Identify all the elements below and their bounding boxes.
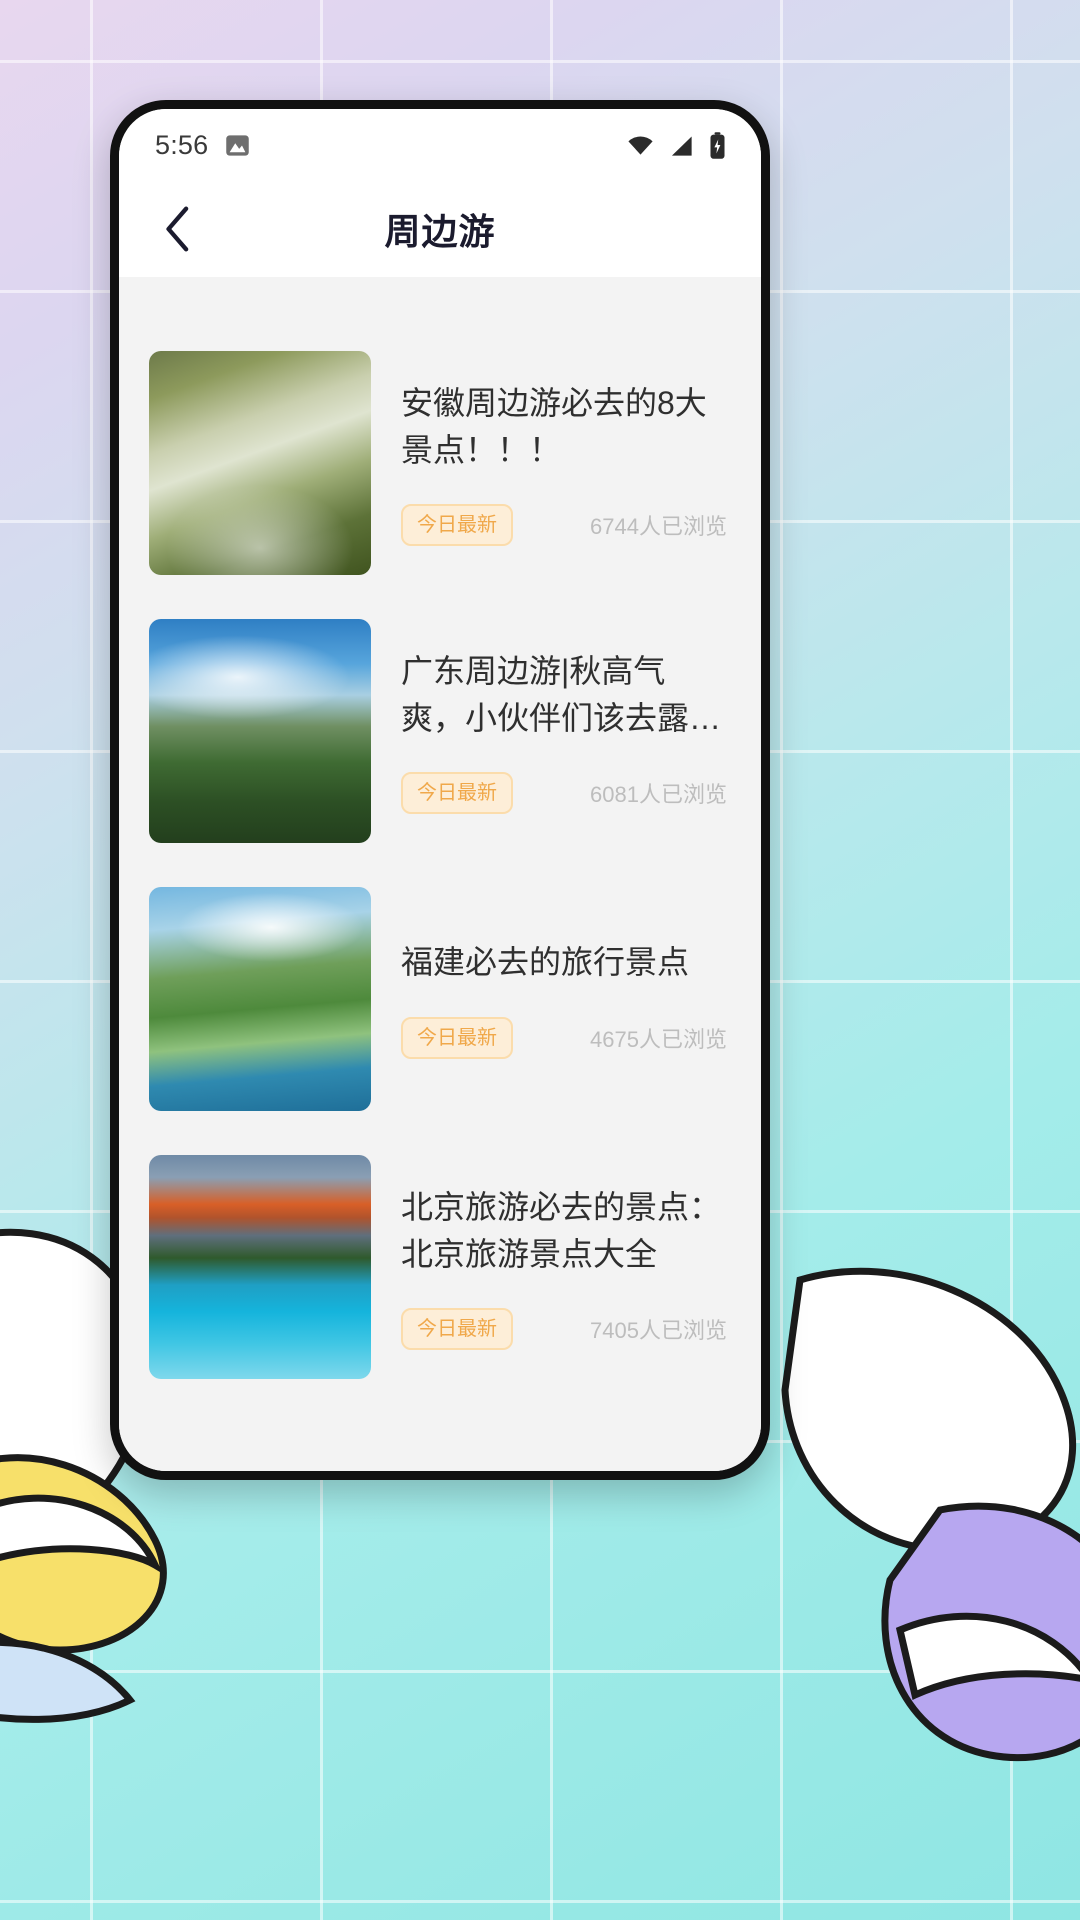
view-count: 4675人已浏览 bbox=[590, 1026, 727, 1052]
article-meta: 今日最新 4675人已浏览 bbox=[401, 1016, 727, 1059]
article-title: 福建必去的旅行景点 bbox=[401, 944, 690, 981]
article-meta: 今日最新 7405人已浏览 bbox=[401, 1308, 727, 1351]
article-meta: 今日最新 6081人已浏览 bbox=[401, 772, 727, 815]
article-list: 安徽周边游必去的8大景点！！！ 今日最新 6744人已浏览 广东周边游|秋高气爽… bbox=[119, 311, 761, 1379]
grid-line-horizontal bbox=[0, 1900, 1080, 1903]
article-thumbnail bbox=[149, 619, 371, 843]
wifi-icon bbox=[628, 136, 653, 155]
list-item[interactable]: 安徽周边游必去的8大景点！！！ 今日最新 6744人已浏览 bbox=[149, 351, 731, 575]
view-count: 6081人已浏览 bbox=[590, 782, 727, 808]
view-count: 6744人已浏览 bbox=[590, 514, 727, 540]
article-meta: 今日最新 6744人已浏览 bbox=[401, 504, 727, 547]
status-badge: 今日最新 bbox=[401, 1016, 513, 1059]
article-title: 广东周边游|秋高气爽，小伙伴们该去露… bbox=[401, 652, 722, 736]
article-title: 安徽周边游必去的8大景点！！！ bbox=[401, 384, 707, 468]
article-thumbnail bbox=[149, 351, 371, 575]
decorative-blob-right bbox=[781, 1267, 1080, 1762]
back-chevron-icon bbox=[166, 206, 189, 252]
article-title: 北京旅游必去的景点：北京旅游景点大全 bbox=[401, 1188, 722, 1272]
battery-icon bbox=[710, 131, 725, 159]
back-button[interactable] bbox=[151, 202, 205, 256]
grid-line-horizontal bbox=[0, 60, 1080, 63]
article-body: 安徽周边游必去的8大景点！！！ 今日最新 6744人已浏览 bbox=[401, 351, 731, 575]
article-thumbnail bbox=[149, 887, 371, 1111]
status-clock: 5:56 bbox=[155, 129, 209, 160]
content-scroll-area[interactable]: 安徽周边游必去的8大景点！！！ 今日最新 6744人已浏览 广东周边游|秋高气爽… bbox=[119, 277, 761, 1471]
page-title: 周边游 bbox=[384, 211, 496, 252]
phone-frame: 5:56 周边游 安徽周边游必去的8大景点！！！ 今日最新 6744人已浏览 广… bbox=[110, 100, 770, 1480]
status-bar-right bbox=[626, 131, 727, 160]
nav-bar: 周边游 bbox=[119, 181, 761, 277]
cellular-signal-icon bbox=[671, 136, 692, 156]
list-item[interactable]: 福建必去的旅行景点 今日最新 4675人已浏览 bbox=[149, 887, 731, 1111]
status-badge: 今日最新 bbox=[401, 1308, 513, 1351]
status-bar: 5:56 bbox=[119, 109, 761, 181]
list-item[interactable]: 北京旅游必去的景点：北京旅游景点大全 今日最新 7405人已浏览 bbox=[149, 1155, 731, 1379]
article-body: 广东周边游|秋高气爽，小伙伴们该去露… 今日最新 6081人已浏览 bbox=[401, 619, 731, 843]
status-bar-left: 5:56 bbox=[155, 130, 251, 161]
status-badge: 今日最新 bbox=[401, 772, 513, 815]
status-badge: 今日最新 bbox=[401, 504, 513, 547]
article-body: 北京旅游必去的景点：北京旅游景点大全 今日最新 7405人已浏览 bbox=[401, 1155, 731, 1379]
image-icon bbox=[226, 134, 250, 156]
article-body: 福建必去的旅行景点 今日最新 4675人已浏览 bbox=[401, 887, 731, 1111]
list-item[interactable]: 广东周边游|秋高气爽，小伙伴们该去露… 今日最新 6081人已浏览 bbox=[149, 619, 731, 843]
view-count: 7405人已浏览 bbox=[590, 1318, 727, 1344]
article-thumbnail bbox=[149, 1155, 371, 1379]
